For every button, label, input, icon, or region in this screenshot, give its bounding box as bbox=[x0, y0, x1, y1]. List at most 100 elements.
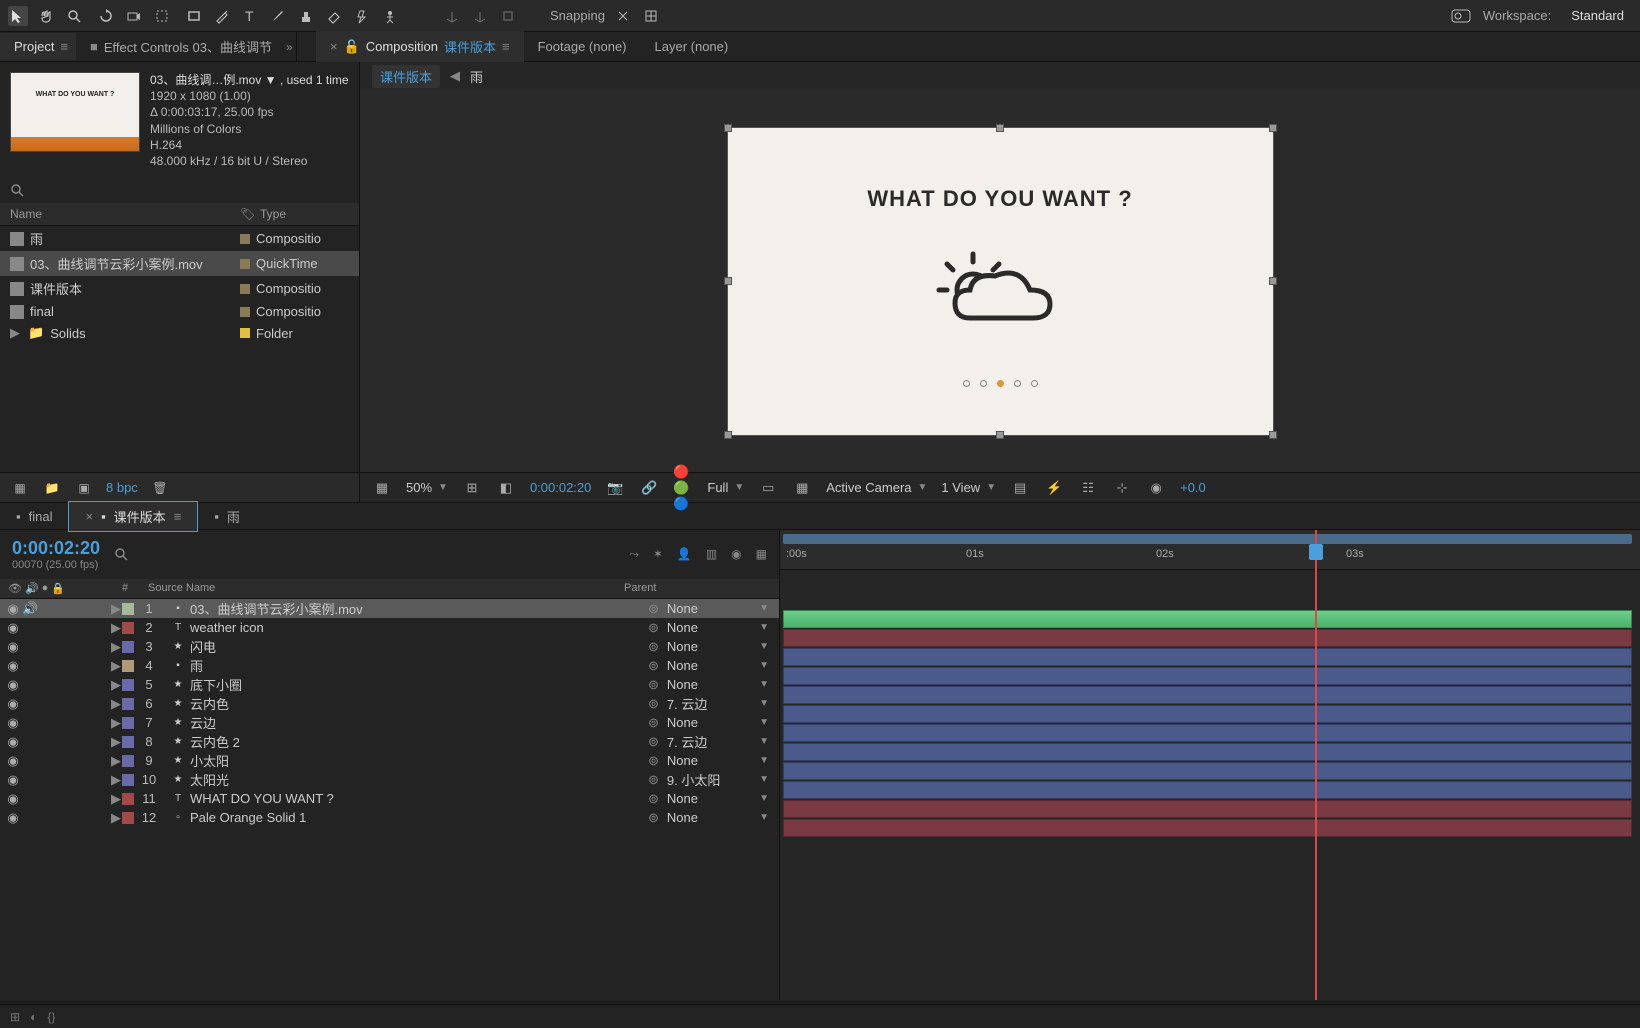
project-row[interactable]: 课件版本Compositio bbox=[0, 276, 359, 301]
world-axis-icon[interactable] bbox=[470, 6, 490, 26]
timeline-tab-final[interactable]: ▪final bbox=[0, 504, 68, 529]
snapping-toggle-icon[interactable] bbox=[613, 6, 633, 26]
snapping-label[interactable]: Snapping bbox=[550, 8, 605, 23]
search-icon[interactable] bbox=[10, 183, 349, 199]
layer-bar[interactable] bbox=[783, 629, 1632, 647]
roi-icon[interactable]: ▭ bbox=[758, 478, 778, 498]
comp-nav-current[interactable]: 课件版本 bbox=[372, 65, 440, 88]
lock-icon[interactable]: 🔓 bbox=[344, 39, 360, 55]
layer-row[interactable]: ◉ ▶ 9 ★小太阳 ⊚None▼ bbox=[0, 751, 779, 770]
resolution-grid-icon[interactable]: ⊞ bbox=[462, 478, 482, 498]
work-area-bar[interactable] bbox=[783, 534, 1632, 544]
composition-canvas[interactable]: WHAT DO YOU WANT ? bbox=[728, 128, 1273, 435]
layer-row[interactable]: ◉ ▶ 4 ▪雨 ⊚None▼ bbox=[0, 656, 779, 675]
draft-3d-icon[interactable]: ✶ bbox=[653, 547, 663, 562]
comp-nav-child[interactable]: 雨 bbox=[470, 67, 483, 86]
snapshot-icon[interactable]: 📷 bbox=[605, 478, 625, 498]
pixel-aspect-icon[interactable]: ▤ bbox=[1010, 478, 1030, 498]
project-panel-tab[interactable]: Project≡ bbox=[0, 33, 76, 60]
composition-panel-tab[interactable]: ×🔓 Composition 课件版本 ≡ bbox=[316, 31, 524, 62]
footage-panel-tab[interactable]: Footage (none) bbox=[524, 33, 641, 60]
search-help-icon[interactable] bbox=[1451, 6, 1471, 26]
layer-bar[interactable] bbox=[783, 724, 1632, 742]
layer-row[interactable]: ◉ ▶ 5 ★底下小圈 ⊚None▼ bbox=[0, 675, 779, 694]
layer-bar[interactable] bbox=[783, 705, 1632, 723]
layer-row[interactable]: ◉🔊 ▶ 1 ▪03、曲线调节云彩小案例.mov ⊚None▼ bbox=[0, 599, 779, 618]
new-comp-icon[interactable]: ▣ bbox=[74, 478, 94, 498]
lock-col-icon[interactable]: 🔒 bbox=[51, 582, 65, 595]
selection-tool-icon[interactable] bbox=[8, 6, 28, 26]
pan-behind-tool-icon[interactable] bbox=[152, 6, 172, 26]
project-row[interactable]: 雨Compositio bbox=[0, 226, 359, 251]
layer-bar[interactable] bbox=[783, 743, 1632, 761]
workspace-dropdown[interactable]: Standard bbox=[1563, 6, 1632, 25]
comp-flowchart-icon[interactable]: ⊹ bbox=[1112, 478, 1132, 498]
camera-dropdown[interactable]: Active Camera▼ bbox=[826, 480, 927, 495]
toggle-modes-icon[interactable]: ◐ bbox=[30, 1010, 37, 1024]
timeline-ruler[interactable]: :00s 01s 02s 03s bbox=[780, 530, 1640, 570]
toggle-brackets-icon[interactable]: {} bbox=[47, 1010, 55, 1024]
layer-row[interactable]: ◉ ▶ 2 Tweather icon ⊚None▼ bbox=[0, 618, 779, 637]
camera-tool-icon[interactable] bbox=[124, 6, 144, 26]
current-time-display[interactable]: 0:00:02:20 bbox=[530, 480, 591, 495]
project-row[interactable]: finalCompositio bbox=[0, 301, 359, 322]
fast-previews-icon[interactable]: ⚡ bbox=[1044, 478, 1064, 498]
timeline-tab-rain[interactable]: ▪雨 bbox=[198, 502, 256, 531]
frame-blend-icon[interactable]: ▥ bbox=[706, 547, 717, 562]
timeline-tab-active[interactable]: ×▪课件版本≡ bbox=[68, 501, 198, 532]
comp-mini-flowchart-icon[interactable]: ⤳ bbox=[629, 547, 639, 562]
timeline-timecode[interactable]: 0:00:02:20 bbox=[12, 538, 100, 559]
zoom-tool-icon[interactable] bbox=[64, 6, 84, 26]
rotation-tool-icon[interactable] bbox=[96, 6, 116, 26]
show-channel-icon[interactable]: 🔗 bbox=[639, 478, 659, 498]
layer-row[interactable]: ◉ ▶ 7 ★云边 ⊚None▼ bbox=[0, 713, 779, 732]
reset-exposure-icon[interactable]: ◉ bbox=[1146, 478, 1166, 498]
toggle-switches-icon[interactable]: ⊞ bbox=[10, 1010, 20, 1024]
toggle-mask-icon[interactable]: ◧ bbox=[496, 478, 516, 498]
layer-bar[interactable] bbox=[783, 610, 1632, 628]
always-preview-icon[interactable]: ▦ bbox=[372, 478, 392, 498]
layer-row[interactable]: ◉ ▶ 3 ★闪电 ⊚None▼ bbox=[0, 637, 779, 656]
layer-row[interactable]: ◉ ▶ 10 ★太阳光 ⊚9. 小太阳▼ bbox=[0, 770, 779, 789]
timeline-icon[interactable]: ☷ bbox=[1078, 478, 1098, 498]
project-row[interactable]: ▶📁SolidsFolder bbox=[0, 322, 359, 344]
zoom-dropdown[interactable]: 50%▼ bbox=[406, 480, 448, 495]
layer-row[interactable]: ◉ ▶ 8 ★云内色 2 ⊚7. 云边▼ bbox=[0, 732, 779, 751]
eraser-tool-icon[interactable] bbox=[324, 6, 344, 26]
views-dropdown[interactable]: 1 View▼ bbox=[941, 480, 996, 495]
delete-icon[interactable]: 🗑 bbox=[150, 478, 170, 498]
layer-row[interactable]: ◉ ▶ 6 ★云内色 ⊚7. 云边▼ bbox=[0, 694, 779, 713]
exposure-value[interactable]: +0.0 bbox=[1180, 480, 1206, 495]
brush-tool-icon[interactable] bbox=[268, 6, 288, 26]
layer-bar[interactable] bbox=[783, 667, 1632, 685]
roto-brush-tool-icon[interactable] bbox=[352, 6, 372, 26]
timeline-search-icon[interactable] bbox=[114, 547, 130, 563]
type-tool-icon[interactable]: T bbox=[240, 6, 260, 26]
motion-blur-icon[interactable]: ◉ bbox=[731, 547, 741, 562]
layer-row[interactable]: ◉ ▶ 12 ▫Pale Orange Solid 1 ⊚None▼ bbox=[0, 808, 779, 827]
resolution-dropdown[interactable]: Full▼ bbox=[707, 480, 744, 495]
solo-col-icon[interactable]: ● bbox=[42, 582, 49, 595]
snapping-options-icon[interactable] bbox=[641, 6, 661, 26]
hand-tool-icon[interactable] bbox=[36, 6, 56, 26]
interpret-footage-icon[interactable]: ▦ bbox=[10, 478, 30, 498]
puppet-tool-icon[interactable] bbox=[380, 6, 400, 26]
graph-editor-icon[interactable]: ▦ bbox=[756, 547, 767, 562]
rectangle-tool-icon[interactable] bbox=[184, 6, 204, 26]
project-row[interactable]: 03、曲线调节云彩小案例.movQuickTime bbox=[0, 251, 359, 276]
hide-shy-icon[interactable]: 👤 bbox=[677, 547, 692, 562]
clone-stamp-tool-icon[interactable] bbox=[296, 6, 316, 26]
new-folder-icon[interactable]: 📁 bbox=[42, 478, 62, 498]
layer-bar[interactable] bbox=[783, 686, 1632, 704]
layer-row[interactable]: ◉ ▶ 11 TWHAT DO YOU WANT ? ⊚None▼ bbox=[0, 789, 779, 808]
layer-panel-tab[interactable]: Layer (none) bbox=[641, 33, 743, 60]
transparency-grid-icon[interactable]: ▦ bbox=[792, 478, 812, 498]
audio-col-icon[interactable]: 🔊 bbox=[25, 582, 39, 595]
layer-bar[interactable] bbox=[783, 819, 1632, 837]
color-mgmt-icon[interactable]: 🔴🟢🔵 bbox=[673, 478, 693, 498]
current-time-indicator[interactable] bbox=[1315, 530, 1317, 1000]
layer-bar[interactable] bbox=[783, 781, 1632, 799]
view-axis-icon[interactable] bbox=[498, 6, 518, 26]
nav-back-icon[interactable]: ◀ bbox=[450, 68, 460, 84]
layer-bar[interactable] bbox=[783, 800, 1632, 818]
